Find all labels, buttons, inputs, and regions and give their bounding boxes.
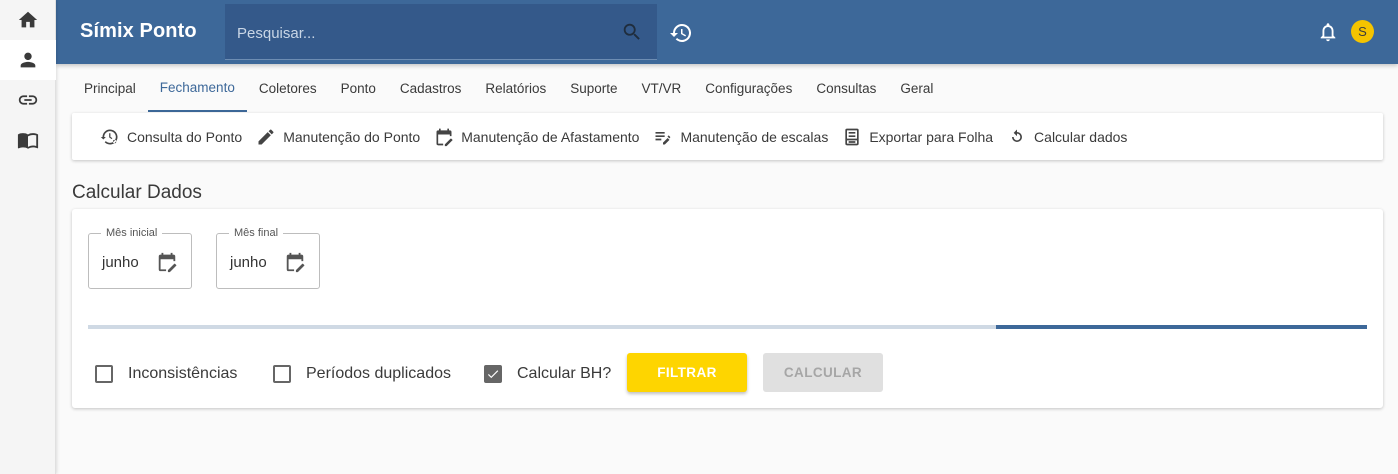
page-title: Calcular Dados <box>72 182 202 203</box>
calendar-edit-icon[interactable] <box>156 251 178 273</box>
calculate-button[interactable]: CALCULAR <box>763 353 883 392</box>
calculate-form-card: Mês inicial junho Mês final junho Incons… <box>72 209 1383 408</box>
end-month-label: Mês final <box>229 227 284 239</box>
end-month-field[interactable]: Mês final junho <box>216 227 320 289</box>
avatar[interactable]: S <box>1351 20 1374 43</box>
periodos-duplicados-checkbox[interactable]: Períodos duplicados <box>273 365 451 383</box>
subnav-label: Manutenção de escalas <box>680 128 829 145</box>
subnav-label: Manutenção de Afastamento <box>461 128 640 145</box>
end-month-value: junho <box>230 254 267 271</box>
person-icon <box>20 52 36 68</box>
calcular-bh-checkbox[interactable]: Calcular BH? <box>484 365 611 383</box>
rail-docs[interactable] <box>0 120 56 160</box>
checkbox-label: Períodos duplicados <box>306 365 451 382</box>
subnav-manutencao-ponto[interactable]: Manutenção do Ponto <box>256 127 420 147</box>
subnav-label: Manutenção do Ponto <box>283 128 421 145</box>
rail-links[interactable] <box>0 80 56 120</box>
subnav-exportar-folha[interactable]: Exportar para Folha <box>842 127 993 147</box>
tab-ponto[interactable]: Ponto <box>329 64 388 112</box>
inconsistencias-checkbox[interactable]: Inconsistências <box>95 365 237 383</box>
tab-configuracoes[interactable]: Configurações <box>693 64 804 112</box>
side-rail <box>0 0 56 474</box>
calendar-edit-icon[interactable] <box>284 251 306 273</box>
start-month-field[interactable]: Mês inicial junho <box>88 227 192 289</box>
notifications-icon[interactable] <box>1317 21 1339 43</box>
check-icon <box>487 370 499 379</box>
tab-relatorios[interactable]: Relatórios <box>473 64 558 112</box>
tab-geral[interactable]: Geral <box>888 64 945 112</box>
tab-cadastros[interactable]: Cadastros <box>388 64 474 112</box>
rail-profile[interactable] <box>0 40 56 80</box>
subnav-label: Calcular dados <box>1034 128 1128 145</box>
start-month-value: junho <box>102 254 139 271</box>
calendar-edit-icon <box>436 128 453 146</box>
subnav-consulta-ponto[interactable]: Consulta do Ponto <box>100 127 242 147</box>
pencil-icon <box>258 128 274 144</box>
tab-fechamento[interactable]: Fechamento <box>147 64 247 112</box>
sub-navigation: Consulta do Ponto Manutenção do Ponto Ma… <box>72 113 1383 160</box>
subnav-calcular-dados[interactable]: Calcular dados <box>1007 127 1127 147</box>
refresh-icon <box>1012 129 1023 142</box>
history-icon[interactable] <box>669 21 693 45</box>
document-icon <box>845 128 859 145</box>
progress-bar <box>88 325 1367 329</box>
subnav-label: Consulta do Ponto <box>127 128 243 145</box>
search-icon[interactable] <box>621 21 643 43</box>
filter-button[interactable]: FILTRAR <box>627 353 747 392</box>
main-tabs: Principal Fechamento Coletores Ponto Cad… <box>72 64 945 112</box>
home-icon <box>18 11 38 28</box>
tab-principal[interactable]: Principal <box>72 64 148 112</box>
book-icon <box>17 133 39 149</box>
list-edit-icon <box>655 131 671 144</box>
start-month-label: Mês inicial <box>101 227 163 239</box>
checkbox-box[interactable] <box>484 365 502 383</box>
rail-home[interactable] <box>0 0 56 40</box>
search-box <box>225 4 657 60</box>
subnav-manutencao-escalas[interactable]: Manutenção de escalas <box>653 127 828 147</box>
top-app-bar: Símix Ponto S <box>56 0 1398 64</box>
checkbox-label: Calcular BH? <box>517 365 612 382</box>
tab-consultas[interactable]: Consultas <box>804 64 888 112</box>
tab-coletores[interactable]: Coletores <box>247 64 329 112</box>
checkbox-box[interactable] <box>273 365 291 383</box>
progress-fill <box>996 325 1367 329</box>
tab-vt-vr[interactable]: VT/VR <box>630 64 694 112</box>
app-brand[interactable]: Símix Ponto <box>80 20 197 43</box>
subnav-label: Exportar para Folha <box>869 128 994 145</box>
checkbox-label: Inconsistências <box>128 365 238 382</box>
link-icon <box>18 95 38 105</box>
tab-suporte[interactable]: Suporte <box>558 64 629 112</box>
checkbox-box[interactable] <box>95 365 113 383</box>
subnav-manutencao-afastamento[interactable]: Manutenção de Afastamento <box>434 127 639 147</box>
history-settings-icon <box>100 128 118 144</box>
search-input[interactable] <box>237 22 607 44</box>
